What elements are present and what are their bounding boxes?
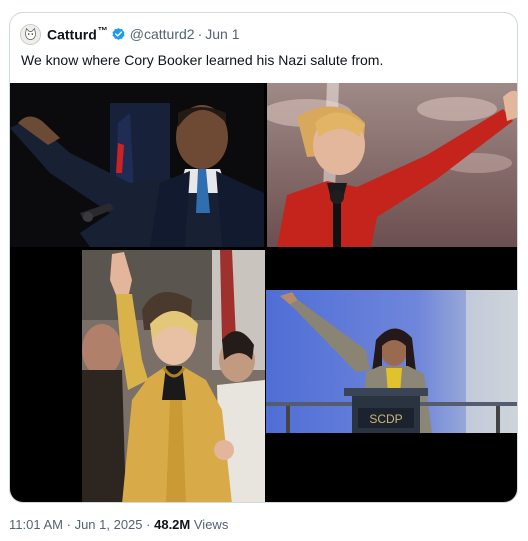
media-grid[interactable]: SCDP xyxy=(10,83,517,502)
podium-sign-text: SCDP xyxy=(369,412,402,426)
tweet-meta: 11:01 AM · Jun 1, 2025 · 48.2M Views xyxy=(9,517,229,532)
verified-badge-icon xyxy=(111,27,126,42)
photo-woman-gray-suit-podium: SCDP xyxy=(266,290,517,433)
views-label: Views xyxy=(193,517,229,532)
photo-1[interactable] xyxy=(10,83,264,247)
display-name[interactable]: Catturd™ xyxy=(47,26,108,43)
handle[interactable]: @catturd2 xyxy=(130,26,195,42)
separator: · xyxy=(197,26,203,42)
tweet-card[interactable]: Catturd™ @catturd2 · Jun 1 We know where… xyxy=(9,12,518,503)
views-count[interactable]: 48.2M xyxy=(154,517,190,532)
photo-3[interactable] xyxy=(82,250,265,502)
post-time[interactable]: 11:01 AM xyxy=(9,517,63,532)
photo-man-dark-suit xyxy=(10,83,264,247)
post-full-date[interactable]: Jun 1, 2025 xyxy=(75,517,143,532)
photo-woman-yellow-jacket xyxy=(82,250,265,502)
photo-2[interactable] xyxy=(267,83,517,247)
tweet-header: Catturd™ @catturd2 · Jun 1 xyxy=(20,23,240,45)
cat-avatar-icon xyxy=(21,24,40,44)
avatar[interactable] xyxy=(20,23,41,45)
photo-woman-red-jacket xyxy=(267,83,517,247)
post-date[interactable]: Jun 1 xyxy=(205,26,239,42)
photo-4[interactable]: SCDP xyxy=(266,290,517,433)
tweet-text: We know where Cory Booker learned his Na… xyxy=(21,52,384,68)
